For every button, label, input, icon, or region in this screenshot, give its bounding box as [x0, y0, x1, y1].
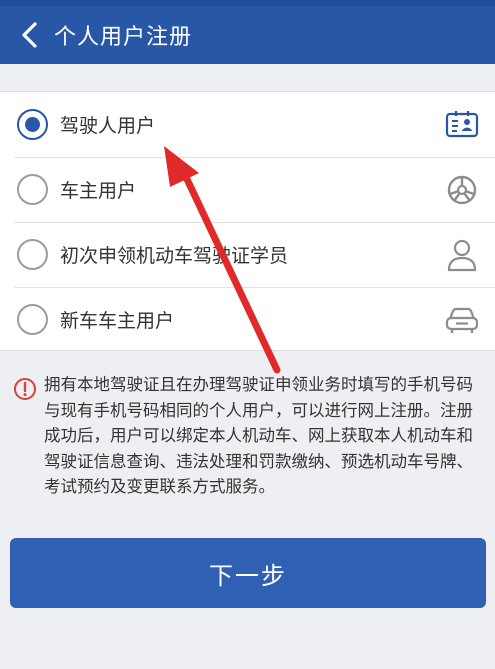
- option-label: 车主用户: [60, 180, 137, 202]
- wheel-icon: [447, 175, 477, 205]
- user-type-list: 驾驶人用户 车主用户 初次申领机动车驾驶证学员 新车车主用户: [0, 91, 495, 351]
- option-driver-user[interactable]: 驾驶人用户: [0, 92, 495, 157]
- app-header: 个人用户注册: [0, 6, 495, 64]
- notice-text: 拥有本地驾驶证且在办理驾驶证申领业务时填写的手机号码与现有手机号码相同的个人用户…: [44, 375, 473, 496]
- option-new-vehicle-owner[interactable]: 新车车主用户: [0, 287, 495, 352]
- radio-button[interactable]: [17, 304, 48, 335]
- back-button[interactable]: [8, 6, 52, 64]
- info-icon: [14, 378, 36, 400]
- option-first-license-student[interactable]: 初次申领机动车驾驶证学员: [0, 222, 495, 287]
- registration-screen: 个人用户注册 驾驶人用户 车主用户 初次申领机动车驾驶证学员 新车车主用户 拥有…: [0, 0, 495, 669]
- option-label: 驾驶人用户: [60, 115, 156, 137]
- id-card-icon: [445, 111, 479, 138]
- person-icon: [447, 239, 477, 272]
- option-vehicle-owner[interactable]: 车主用户: [0, 157, 495, 222]
- option-label: 新车车主用户: [60, 310, 175, 332]
- radio-button[interactable]: [17, 174, 48, 205]
- chevron-left-icon: [22, 22, 37, 48]
- radio-button[interactable]: [17, 239, 48, 270]
- page-title: 个人用户注册: [54, 25, 193, 50]
- option-label: 初次申领机动车驾驶证学员: [60, 245, 289, 267]
- next-step-button[interactable]: 下一步: [10, 538, 486, 608]
- car-icon: [445, 307, 479, 333]
- radio-button-checked[interactable]: [17, 109, 48, 140]
